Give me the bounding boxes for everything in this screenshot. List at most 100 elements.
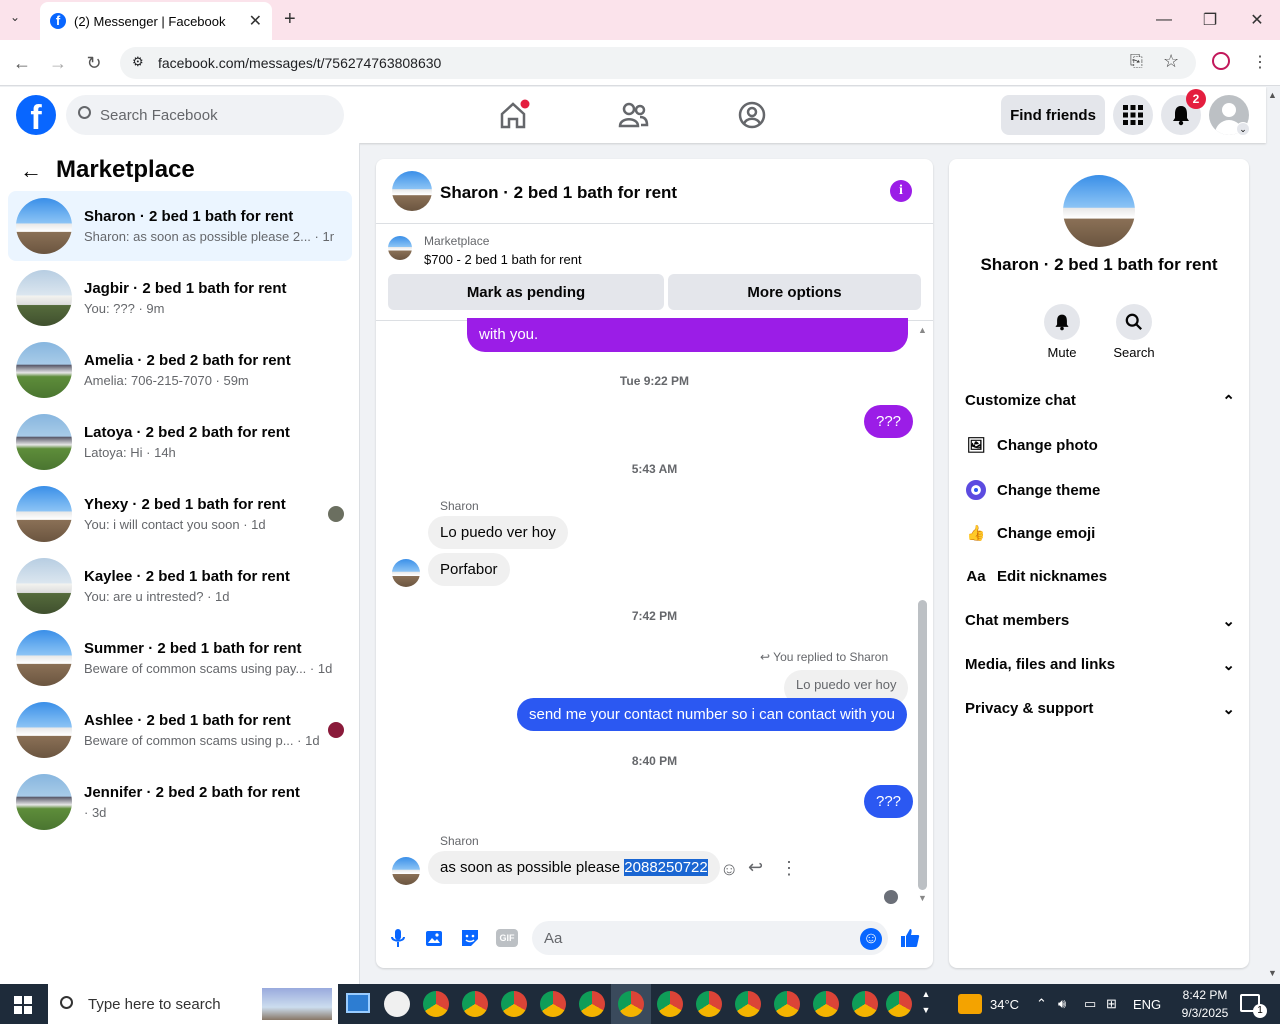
network-icon[interactable]: ⊞ [1106, 984, 1117, 1024]
incoming-message[interactable]: Porfabor [428, 553, 510, 586]
new-tab-icon[interactable]: + [284, 8, 296, 31]
info-icon[interactable]: i [890, 180, 912, 202]
conversation-item[interactable]: Yhexy · 2 bed 1 bath for rent You: i will… [8, 479, 352, 549]
home-icon[interactable] [496, 98, 530, 132]
chrome-icon[interactable] [462, 991, 488, 1017]
incoming-message[interactable]: Lo puedo ver hoy [428, 516, 568, 549]
outgoing-message[interactable]: send me your contact number so i can con… [517, 698, 908, 731]
microphone-icon[interactable] [386, 926, 410, 950]
scroll-up-icon[interactable]: ▲ [918, 325, 927, 335]
find-friends-button[interactable]: Find friends [1001, 95, 1105, 135]
conversation-item[interactable]: Kaylee · 2 bed 1 bath for rent You: are u… [8, 551, 352, 621]
sender-avatar[interactable] [392, 559, 420, 587]
thumbs-up-icon[interactable] [898, 926, 922, 950]
taskbar-scroll-arrows-icon[interactable]: ▲ ▼ [921, 986, 931, 1018]
more-options-button[interactable]: More options [668, 274, 921, 310]
sticker-icon[interactable] [458, 926, 482, 950]
gif-icon[interactable]: GIF [496, 929, 518, 947]
close-tab-icon[interactable]: ✕ [249, 11, 262, 31]
photo-icon[interactable] [422, 926, 446, 950]
media-section[interactable]: Media, files and links ⌄ [965, 656, 1235, 674]
chrome-icon[interactable] [540, 991, 566, 1017]
chrome-icon[interactable] [886, 991, 912, 1017]
volume-icon[interactable]: 🔊︎ [1058, 984, 1066, 1024]
chat-avatar[interactable] [392, 171, 432, 211]
menu-dots-icon[interactable]: ⋮ [1252, 52, 1268, 72]
battery-icon[interactable]: ▭ [1084, 984, 1096, 1024]
chrome-icon[interactable] [579, 991, 605, 1017]
emoji-icon[interactable]: ☺ [860, 928, 882, 950]
show-hidden-icons[interactable]: ⌃ [1036, 984, 1047, 1024]
reply-icon[interactable]: ↩ [748, 857, 763, 878]
minimize-icon[interactable]: — [1141, 0, 1187, 40]
close-window-icon[interactable]: ✕ [1234, 0, 1280, 40]
chrome-icon[interactable] [696, 991, 722, 1017]
groups-icon[interactable] [735, 98, 769, 132]
friends-icon[interactable] [616, 98, 650, 132]
chat-title[interactable]: Sharon · 2 bed 1 bath for rent [440, 183, 677, 203]
mark-as-pending-button[interactable]: Mark as pending [388, 274, 664, 310]
sender-avatar[interactable] [392, 857, 420, 885]
install-app-icon[interactable]: ⎘ [1130, 53, 1143, 71]
chrome-icon[interactable] [852, 991, 878, 1017]
page-scroll-down-icon[interactable]: ▼ [1268, 968, 1277, 978]
selected-phone-number[interactable]: 2088250722 [624, 859, 708, 876]
forward-icon[interactable]: → [45, 50, 71, 76]
back-icon[interactable]: ← [9, 50, 35, 76]
bookmark-star-icon[interactable]: ☆ [1163, 51, 1179, 72]
reload-icon[interactable]: ↻ [81, 50, 107, 76]
chrome-icon[interactable] [813, 991, 839, 1017]
chrome-icon[interactable] [735, 991, 761, 1017]
incoming-message[interactable]: as soon as possible please 2088250722 [428, 851, 720, 884]
change-theme-item[interactable]: Change theme [965, 480, 1100, 500]
react-emoji-icon[interactable]: ☺ [720, 859, 738, 880]
conversation-item[interactable]: Jagbir · 2 bed 1 bath for rent You: ??? ·… [8, 263, 352, 333]
conversation-item[interactable]: Amelia · 2 bed 2 bath for rent Amelia: 70… [8, 335, 352, 405]
change-photo-item[interactable]: 🖼 Change photo [965, 436, 1097, 455]
site-info-icon[interactable]: ⚙ [132, 54, 144, 70]
conversation-item[interactable]: Sharon · 2 bed 1 bath for rent Sharon: as… [8, 191, 352, 261]
page-scroll-up-icon[interactable]: ▲ [1268, 90, 1277, 100]
mute-button[interactable] [1044, 304, 1080, 340]
language-indicator[interactable]: ENG [1133, 984, 1161, 1024]
conversation-item[interactable]: Summer · 2 bed 1 bath for rent Beware of … [8, 623, 352, 693]
account-chevron-icon[interactable]: ⌄ [1236, 122, 1250, 136]
search-chat-button[interactable] [1116, 304, 1152, 340]
profile-icon[interactable] [1212, 52, 1230, 70]
outgoing-message[interactable]: ??? [864, 405, 914, 438]
conversation-item[interactable]: Jennifer · 2 bed 2 bath for rent · 3d [8, 767, 352, 837]
tab-list-icon[interactable]: ⌄ [10, 10, 20, 24]
desktop-app-icon[interactable] [346, 993, 370, 1013]
privacy-section[interactable]: Privacy & support ⌄ [965, 700, 1235, 718]
chrome-icon[interactable] [657, 991, 683, 1017]
browser-tab[interactable]: f (2) Messenger | Facebook ✕ [40, 2, 272, 40]
app-icon[interactable] [384, 991, 410, 1017]
profile-avatar[interactable] [1063, 175, 1135, 247]
chrome-icon[interactable] [501, 991, 527, 1017]
outgoing-message[interactable]: with you. [467, 318, 908, 352]
address-bar[interactable]: ⚙ facebook.com/messages/t/75627476380863… [120, 47, 1196, 79]
back-arrow-icon[interactable]: ← [20, 158, 42, 184]
restore-icon[interactable]: ❐ [1187, 0, 1233, 40]
scrollbar[interactable] [918, 600, 927, 890]
outgoing-message[interactable]: ??? [864, 785, 914, 818]
chrome-icon[interactable] [423, 991, 449, 1017]
chat-members-section[interactable]: Chat members ⌄ [965, 612, 1235, 630]
chrome-icon[interactable] [774, 991, 800, 1017]
scroll-down-icon[interactable]: ▼ [918, 893, 927, 903]
edit-nicknames-item[interactable]: Aa Edit nicknames [965, 568, 1107, 585]
windows-start-icon[interactable] [14, 996, 32, 1014]
conversation-item[interactable]: Latoya · 2 bed 2 bath for rent Latoya: Hi… [8, 407, 352, 477]
menu-grid-icon[interactable] [1113, 95, 1153, 135]
change-emoji-item[interactable]: 👍 Change emoji [965, 524, 1096, 543]
message-input[interactable]: Aa [532, 921, 888, 955]
more-actions-icon[interactable]: ⋮ [780, 858, 798, 879]
conversation-item[interactable]: Ashlee · 2 bed 1 bath for rent Beware of … [8, 695, 352, 765]
clock[interactable]: 8:42 PM 9/3/2025 [1170, 986, 1240, 1022]
customize-chat-section[interactable]: Customize chat ⌃ [965, 392, 1235, 410]
chrome-icon[interactable] [618, 991, 644, 1017]
temperature[interactable]: 34°C [990, 984, 1019, 1024]
facebook-search-input[interactable]: Search Facebook [66, 95, 344, 135]
facebook-logo-icon[interactable]: f [16, 95, 56, 135]
weather-icon[interactable] [958, 994, 982, 1014]
